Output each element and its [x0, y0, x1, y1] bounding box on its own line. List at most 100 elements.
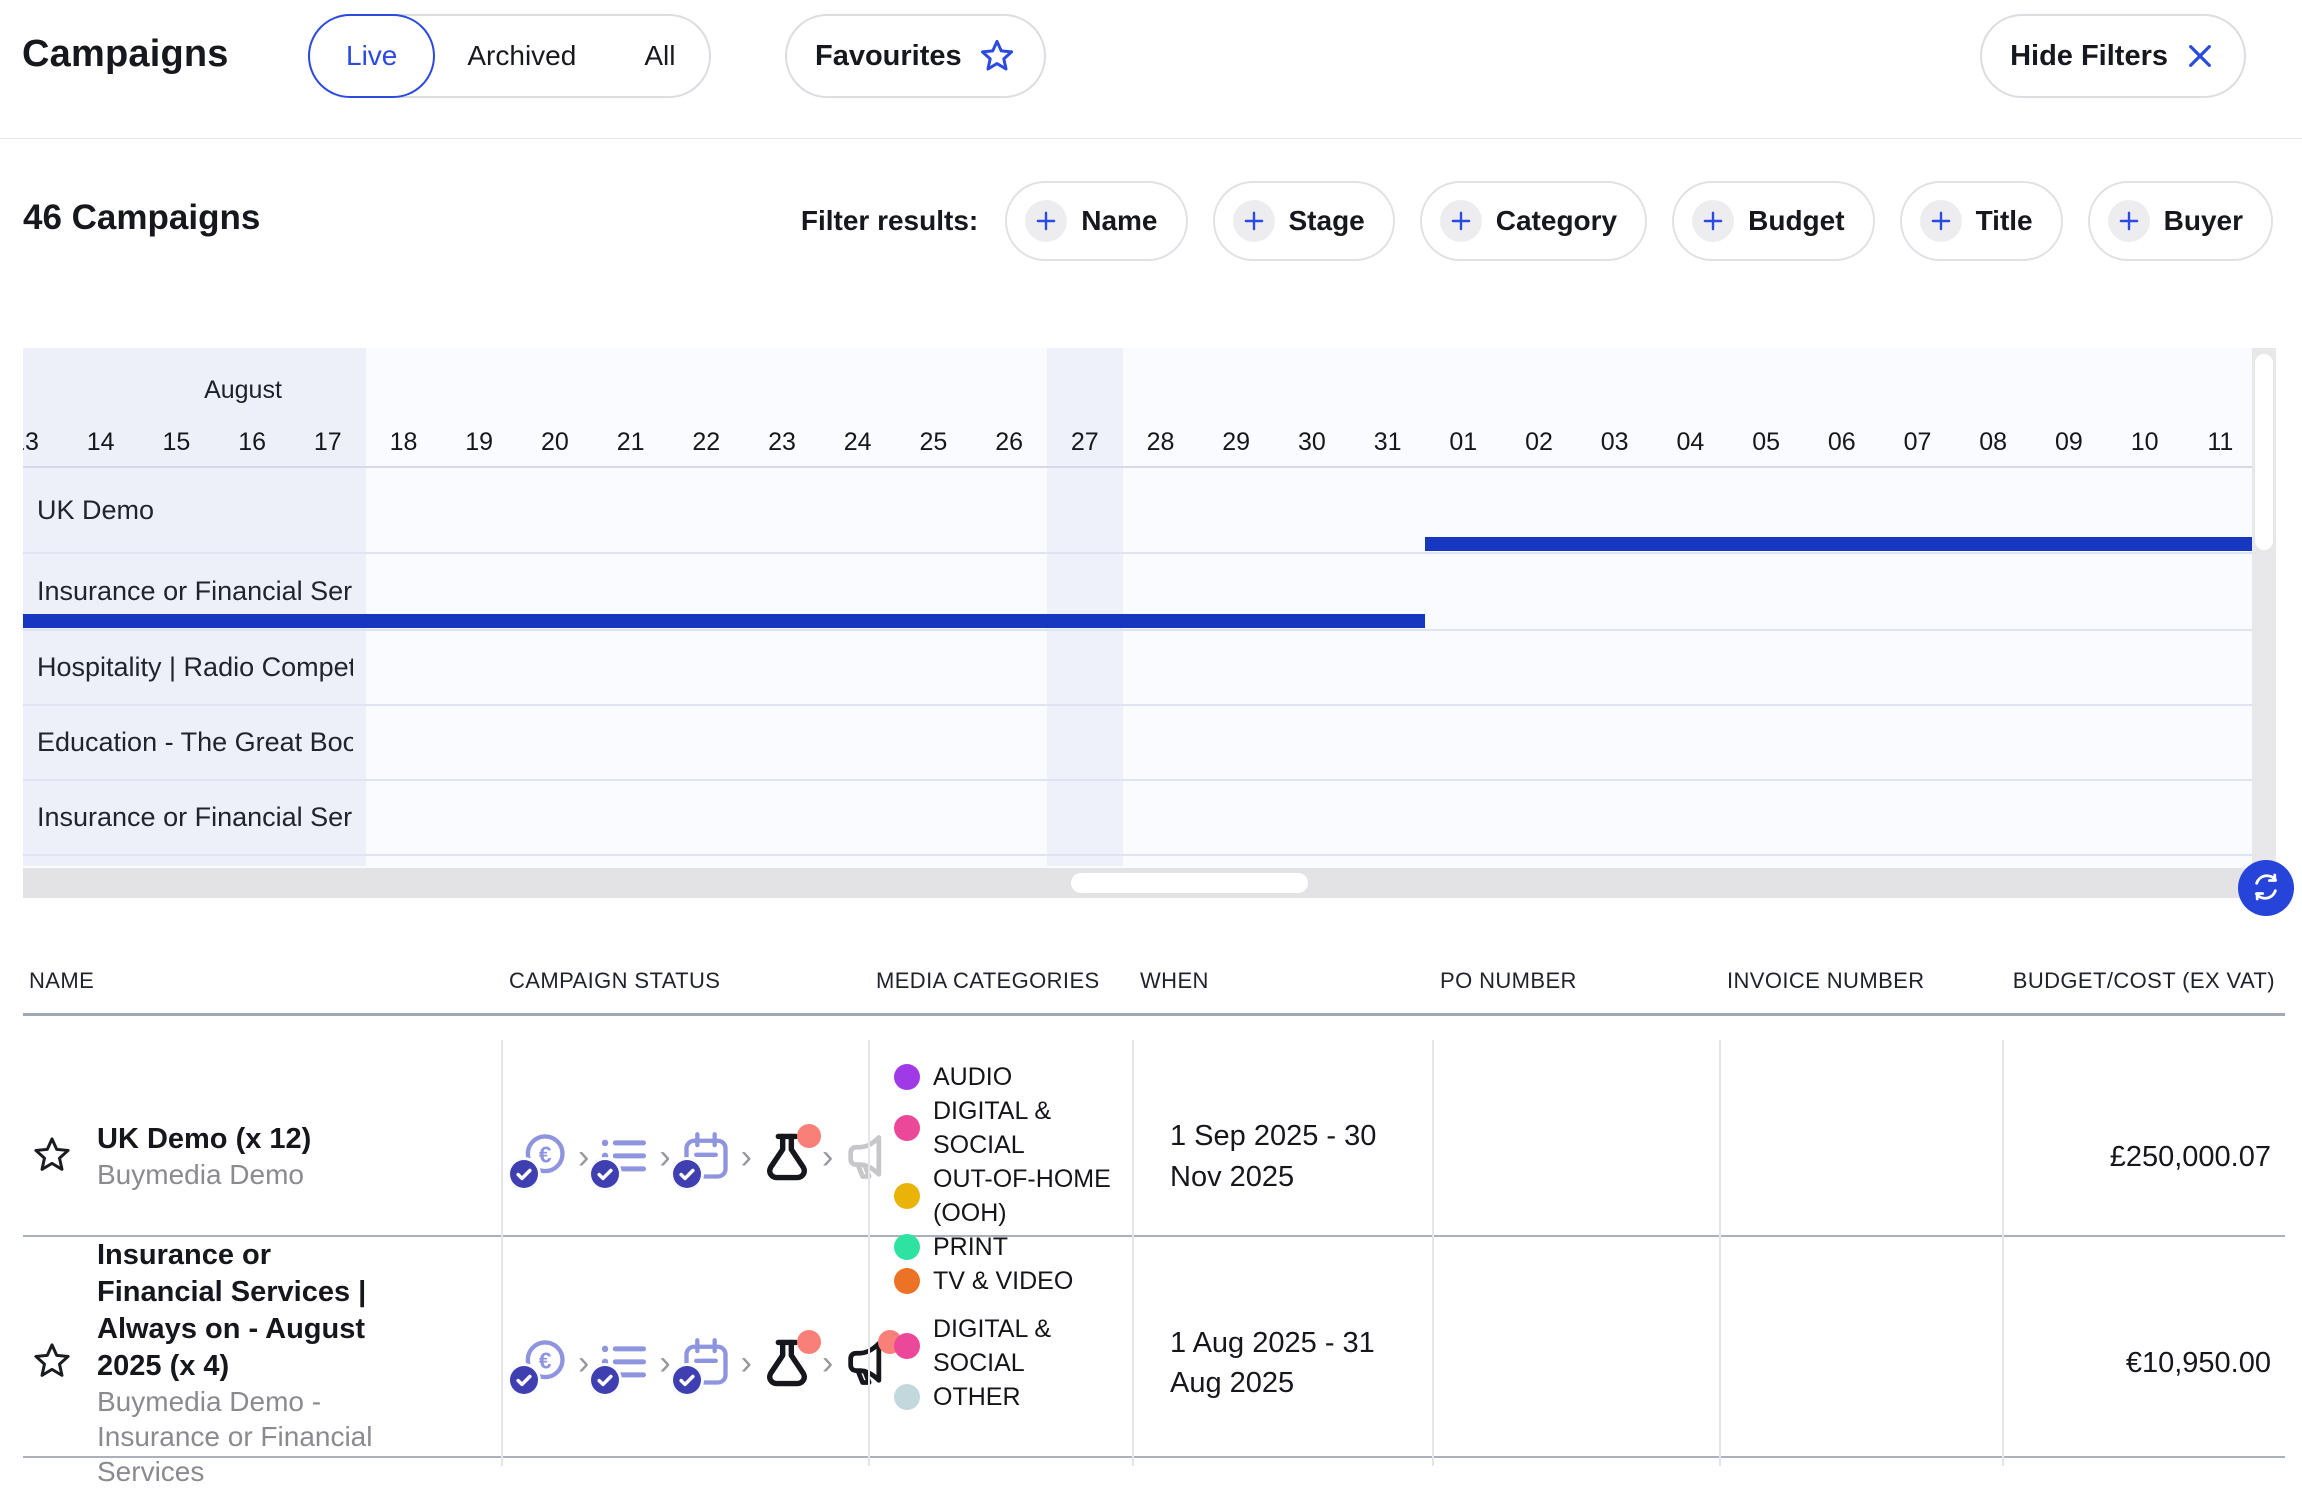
gantt-day-tick: 02 — [1509, 428, 1569, 457]
category-dot-icon — [894, 1268, 920, 1294]
gantt-day-tick: 13 — [23, 428, 55, 457]
filter-pill-buyer[interactable]: Buyer — [2088, 181, 2273, 261]
category-dot-icon — [894, 1064, 920, 1090]
campaign-name[interactable]: Insurance or Financial Services | Always… — [97, 1237, 397, 1385]
plus-icon — [1233, 200, 1275, 242]
gantt-vertical-scrollbar[interactable] — [2252, 348, 2276, 898]
chevron-right-icon: › — [820, 1346, 835, 1380]
gantt-day-tick: 10 — [2115, 428, 2175, 457]
gantt-campaign-bar[interactable] — [1425, 537, 2252, 551]
check-badge-icon — [673, 1160, 701, 1188]
close-icon — [2184, 40, 2216, 72]
gantt-day-tick: 03 — [1585, 428, 1645, 457]
campaigns-table: NAMECAMPAIGN STATUSMEDIA CATEGORIESWHENP… — [23, 948, 2285, 1458]
calendar-status-icon[interactable] — [680, 1131, 732, 1183]
gantt-row: Insurance or Financial Ser… — [23, 554, 2252, 631]
gantt-day-tick: 30 — [1282, 428, 1342, 457]
gantt-day-tick: 24 — [828, 428, 888, 457]
invoice-number-cell — [1719, 1237, 2002, 1490]
budget-cell: €10,950.00 — [2002, 1237, 2285, 1490]
gantt-day-tick: 31 — [1358, 428, 1418, 457]
gantt-row-label[interactable]: Education - The Great Boo… — [23, 727, 353, 758]
gantt-row: Insurance or Financial Ser… — [23, 781, 2252, 856]
media-category-item: TV & VIDEO — [894, 1264, 1073, 1298]
gantt-rows: UK Demo Insurance or Financial Ser… Hospit… — [23, 468, 2252, 856]
coin-status-icon[interactable]: € — [517, 1131, 569, 1183]
media-category-item: AUDIO — [894, 1060, 1012, 1094]
svg-text:€: € — [539, 1348, 552, 1374]
gantt-vscroll-thumb[interactable] — [2255, 354, 2273, 550]
plus-icon — [1920, 200, 1962, 242]
gantt-day-tick: 27 — [1055, 428, 1115, 457]
gantt-row-label[interactable]: UK Demo — [23, 495, 154, 526]
tab-all[interactable]: All — [610, 16, 709, 96]
refresh-button[interactable] — [2238, 860, 2294, 916]
column-header-name: NAME — [23, 968, 501, 994]
filter-results-label: Filter results: — [801, 205, 978, 237]
filter-pill-category[interactable]: Category — [1420, 181, 1647, 261]
gantt-hscroll-thumb[interactable] — [1071, 873, 1308, 893]
coin-status-icon[interactable]: € — [517, 1337, 569, 1389]
favourites-button[interactable]: Favourites — [785, 14, 1046, 98]
filter-pill-name[interactable]: Name — [1005, 181, 1187, 261]
favourite-star-icon[interactable] — [31, 1340, 73, 1387]
gantt-day-tick: 08 — [1963, 428, 2023, 457]
gantt-day-tick: 11 — [2190, 428, 2250, 457]
table-body: UK Demo (x 12) Buymedia Demo €››››AUDIOD… — [23, 1016, 2285, 1458]
column-header-when: WHEN — [1132, 968, 1432, 994]
chevron-right-icon: › — [739, 1346, 754, 1380]
check-badge-icon — [510, 1366, 538, 1394]
plus-icon — [2108, 200, 2150, 242]
flask-status-icon[interactable] — [761, 1337, 813, 1389]
gantt-day-tick: 25 — [903, 428, 963, 457]
filter-pill-title[interactable]: Title — [1900, 181, 2063, 261]
campaign-name[interactable]: UK Demo (x 12) — [97, 1121, 311, 1158]
gantt-day-tick: 09 — [2039, 428, 2099, 457]
gantt-horizontal-scrollbar[interactable] — [23, 868, 2276, 898]
chevron-right-icon: › — [739, 1140, 754, 1174]
tab-live[interactable]: Live — [308, 14, 435, 98]
gantt-day-tick: 18 — [374, 428, 434, 457]
check-badge-icon — [673, 1366, 701, 1394]
favourite-star-icon[interactable] — [31, 1134, 73, 1181]
category-dot-icon — [894, 1384, 920, 1410]
star-icon — [978, 37, 1016, 75]
table-header-row: NAMECAMPAIGN STATUSMEDIA CATEGORIESWHENP… — [23, 948, 2285, 1016]
filter-pill-stage[interactable]: Stage — [1213, 181, 1395, 261]
gantt-row: Education - The Great Boo… — [23, 706, 2252, 781]
calendar-status-icon[interactable] — [680, 1337, 732, 1389]
hide-filters-button[interactable]: Hide Filters — [1980, 14, 2246, 98]
media-category-item: DIGITAL & SOCIAL — [894, 1312, 1132, 1380]
filter-pill-budget[interactable]: Budget — [1672, 181, 1874, 261]
name-cell: Insurance or Financial Services | Always… — [23, 1237, 501, 1490]
gantt-campaign-bar[interactable] — [23, 614, 1425, 628]
gantt-day-tick: 29 — [1206, 428, 1266, 457]
media-category-item: PRINT — [894, 1230, 1008, 1264]
gantt-day-tick: 19 — [449, 428, 509, 457]
when-cell: 1 Aug 2025 - 31 Aug 2025 — [1132, 1237, 1432, 1490]
flask-status-icon[interactable] — [761, 1131, 813, 1183]
gantt-day-tick: 14 — [71, 428, 131, 457]
gantt-day-tick: 06 — [1812, 428, 1872, 457]
top-bar: Campaigns Live Archived All Favourites H… — [0, 0, 2302, 139]
tab-archived[interactable]: Archived — [433, 16, 610, 96]
gantt-row-label[interactable]: Insurance or Financial Ser… — [23, 576, 353, 607]
list-status-icon[interactable] — [598, 1337, 650, 1389]
gantt-row-label[interactable]: Hospitality | Radio Compet… — [23, 652, 353, 683]
alert-badge-icon — [797, 1124, 821, 1148]
gantt-day-tick: 22 — [676, 428, 736, 457]
check-badge-icon — [591, 1160, 619, 1188]
media-categories-cell: AUDIODIGITAL & SOCIALOUT-OF-HOME (OOH)PR… — [868, 1016, 1132, 1298]
gantt-day-tick: 04 — [1660, 428, 1720, 457]
gantt-row-label[interactable]: Insurance or Financial Ser… — [23, 802, 353, 833]
table-row: UK Demo (x 12) Buymedia Demo €››››AUDIOD… — [23, 1016, 2285, 1237]
gantt-day-tick: 15 — [146, 428, 206, 457]
media-category-item: OUT-OF-HOME (OOH) — [894, 1162, 1132, 1230]
alert-badge-icon — [797, 1330, 821, 1354]
list-status-icon[interactable] — [598, 1131, 650, 1183]
results-summary-bar: 46 Campaigns Filter results: NameStageCa… — [0, 176, 2302, 266]
media-category-item: DIGITAL & SOCIAL — [894, 1094, 1132, 1162]
gantt-day-tick: 05 — [1736, 428, 1796, 457]
chevron-right-icon: › — [657, 1346, 672, 1380]
gantt-day-tick: 21 — [601, 428, 661, 457]
